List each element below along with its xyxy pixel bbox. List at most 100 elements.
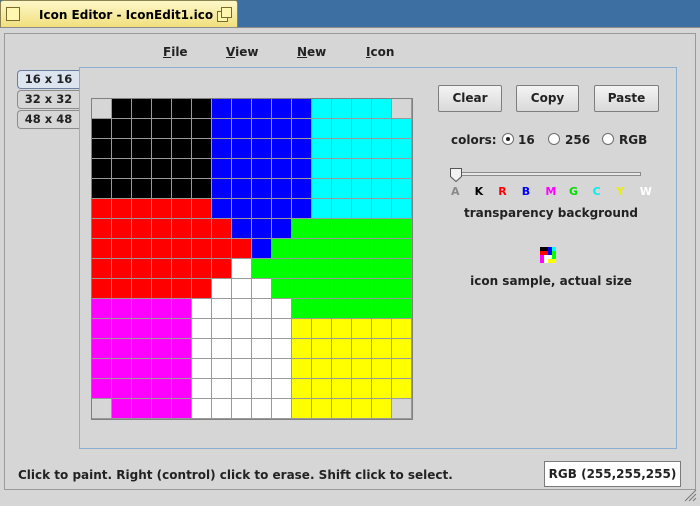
pixel-cell[interactable] bbox=[92, 119, 112, 139]
pixel-cell[interactable] bbox=[172, 119, 192, 139]
pixel-cell[interactable] bbox=[132, 359, 152, 379]
pixel-cell[interactable] bbox=[92, 359, 112, 379]
pixel-cell[interactable] bbox=[252, 379, 272, 399]
tab-32x32[interactable]: 32 x 32 bbox=[17, 90, 79, 109]
pixel-cell[interactable] bbox=[332, 219, 352, 239]
pixel-cell[interactable] bbox=[92, 399, 112, 419]
pixel-cell[interactable] bbox=[172, 299, 192, 319]
pixel-cell[interactable] bbox=[112, 99, 132, 119]
pixel-cell[interactable] bbox=[292, 359, 312, 379]
pixel-cell[interactable] bbox=[372, 199, 392, 219]
pixel-cell[interactable] bbox=[212, 139, 232, 159]
pixel-cell[interactable] bbox=[272, 179, 292, 199]
pixel-cell[interactable] bbox=[172, 139, 192, 159]
pixel-cell[interactable] bbox=[352, 279, 372, 299]
pixel-cell[interactable] bbox=[332, 239, 352, 259]
pixel-cell[interactable] bbox=[132, 199, 152, 219]
pixel-cell[interactable] bbox=[352, 379, 372, 399]
clear-button[interactable]: Clear bbox=[438, 85, 502, 112]
pixel-cell[interactable] bbox=[212, 159, 232, 179]
pixel-cell[interactable] bbox=[292, 399, 312, 419]
pixel-cell[interactable] bbox=[352, 359, 372, 379]
pixel-cell[interactable] bbox=[312, 99, 332, 119]
pixel-cell[interactable] bbox=[192, 199, 212, 219]
pixel-grid[interactable] bbox=[92, 99, 412, 419]
pixel-cell[interactable] bbox=[332, 199, 352, 219]
menu-icon[interactable]: Icon bbox=[366, 45, 394, 59]
pixel-cell[interactable] bbox=[232, 339, 252, 359]
pixel-cell[interactable] bbox=[312, 339, 332, 359]
pixel-cell[interactable] bbox=[352, 99, 372, 119]
pixel-cell[interactable] bbox=[372, 379, 392, 399]
pixel-cell[interactable] bbox=[392, 179, 412, 199]
pixel-cell[interactable] bbox=[192, 379, 212, 399]
radio-16[interactable] bbox=[502, 133, 514, 145]
pixel-cell[interactable] bbox=[372, 319, 392, 339]
pixel-cell[interactable] bbox=[372, 339, 392, 359]
pixel-cell[interactable] bbox=[212, 239, 232, 259]
pixel-cell[interactable] bbox=[272, 359, 292, 379]
pixel-cell[interactable] bbox=[172, 99, 192, 119]
pixel-cell[interactable] bbox=[152, 199, 172, 219]
pixel-cell[interactable] bbox=[272, 199, 292, 219]
pixel-cell[interactable] bbox=[132, 319, 152, 339]
pixel-cell[interactable] bbox=[112, 299, 132, 319]
copy-button[interactable]: Copy bbox=[516, 85, 579, 112]
pixel-cell[interactable] bbox=[272, 239, 292, 259]
pixel-cell[interactable] bbox=[92, 279, 112, 299]
pixel-cell[interactable] bbox=[332, 359, 352, 379]
restore-window-icon[interactable] bbox=[215, 7, 233, 23]
pixel-cell[interactable] bbox=[252, 359, 272, 379]
pixel-cell[interactable] bbox=[332, 139, 352, 159]
pixel-cell[interactable] bbox=[132, 159, 152, 179]
pixel-cell[interactable] bbox=[272, 219, 292, 239]
pixel-cell[interactable] bbox=[132, 99, 152, 119]
pixel-cell[interactable] bbox=[312, 259, 332, 279]
pixel-cell[interactable] bbox=[292, 199, 312, 219]
pixel-cell[interactable] bbox=[392, 119, 412, 139]
pixel-cell[interactable] bbox=[132, 299, 152, 319]
transparency-letter-g[interactable]: G bbox=[569, 185, 578, 198]
pixel-cell[interactable] bbox=[352, 239, 372, 259]
pixel-cell[interactable] bbox=[212, 319, 232, 339]
pixel-cell[interactable] bbox=[312, 199, 332, 219]
pixel-cell[interactable] bbox=[92, 379, 112, 399]
pixel-cell[interactable] bbox=[352, 259, 372, 279]
pixel-cell[interactable] bbox=[372, 399, 392, 419]
pixel-cell[interactable] bbox=[312, 139, 332, 159]
pixel-cell[interactable] bbox=[152, 119, 172, 139]
pixel-cell[interactable] bbox=[252, 399, 272, 419]
pixel-cell[interactable] bbox=[112, 319, 132, 339]
pixel-cell[interactable] bbox=[252, 99, 272, 119]
pixel-cell[interactable] bbox=[372, 219, 392, 239]
pixel-cell[interactable] bbox=[292, 319, 312, 339]
pixel-cell[interactable] bbox=[292, 159, 312, 179]
pixel-cell[interactable] bbox=[372, 159, 392, 179]
pixel-cell[interactable] bbox=[132, 259, 152, 279]
pixel-cell[interactable] bbox=[252, 199, 272, 219]
pixel-cell[interactable] bbox=[112, 139, 132, 159]
pixel-cell[interactable] bbox=[392, 139, 412, 159]
pixel-cell[interactable] bbox=[392, 279, 412, 299]
pixel-cell[interactable] bbox=[312, 399, 332, 419]
transparency-letter-y[interactable]: Y bbox=[616, 185, 624, 198]
resize-grip-icon[interactable] bbox=[683, 488, 697, 502]
pixel-cell[interactable] bbox=[392, 399, 412, 419]
pixel-cell[interactable] bbox=[172, 319, 192, 339]
pixel-cell[interactable] bbox=[232, 179, 252, 199]
pixel-cell[interactable] bbox=[212, 339, 232, 359]
pixel-cell[interactable] bbox=[152, 359, 172, 379]
pixel-cell[interactable] bbox=[392, 299, 412, 319]
radio-256-label[interactable]: 256 bbox=[565, 133, 590, 147]
pixel-cell[interactable] bbox=[152, 259, 172, 279]
pixel-cell[interactable] bbox=[152, 279, 172, 299]
pixel-cell[interactable] bbox=[312, 379, 332, 399]
pixel-cell[interactable] bbox=[92, 219, 112, 239]
pixel-cell[interactable] bbox=[172, 179, 192, 199]
pixel-cell[interactable] bbox=[332, 99, 352, 119]
pixel-cell[interactable] bbox=[312, 119, 332, 139]
pixel-cell[interactable] bbox=[352, 339, 372, 359]
transparency-letter-m[interactable]: M bbox=[545, 185, 556, 198]
pixel-cell[interactable] bbox=[252, 239, 272, 259]
pixel-cell[interactable] bbox=[372, 99, 392, 119]
